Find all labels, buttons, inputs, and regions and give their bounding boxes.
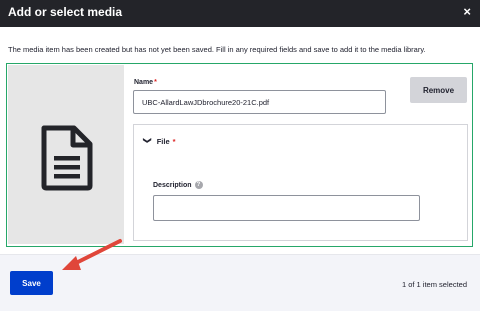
dialog-title: Add or select media xyxy=(8,5,123,19)
file-required-marker: * xyxy=(172,137,176,146)
name-input[interactable] xyxy=(133,90,386,114)
description-field-label: Description ? xyxy=(153,181,203,189)
file-section-toggle[interactable]: ❯ File * xyxy=(142,137,176,146)
close-icon[interactable]: × xyxy=(463,4,471,20)
dialog-titlebar: Add or select media × xyxy=(0,0,480,27)
status-message: The media item has been created but has … xyxy=(8,45,426,54)
description-label-text: Description xyxy=(153,181,192,189)
selection-count: 1 of 1 item selected xyxy=(401,280,467,289)
media-thumbnail xyxy=(8,65,124,244)
dialog-footer: Save 1 of 1 item selected xyxy=(0,254,480,311)
save-button[interactable]: Save xyxy=(10,271,53,295)
remove-button[interactable]: Remove xyxy=(410,77,467,103)
chevron-down-icon: ❯ xyxy=(142,137,152,144)
name-field-label: Name* xyxy=(134,79,157,86)
required-marker: * xyxy=(154,79,157,86)
name-label-text: Name xyxy=(134,79,154,86)
description-input[interactable] xyxy=(153,195,420,221)
help-icon[interactable]: ? xyxy=(194,181,203,189)
file-section-label: File xyxy=(156,137,170,146)
media-item-form: Name* Remove ❯ File * Description ? xyxy=(6,63,473,247)
document-icon xyxy=(41,125,93,191)
file-details: ❯ File * Description ? xyxy=(133,124,468,241)
